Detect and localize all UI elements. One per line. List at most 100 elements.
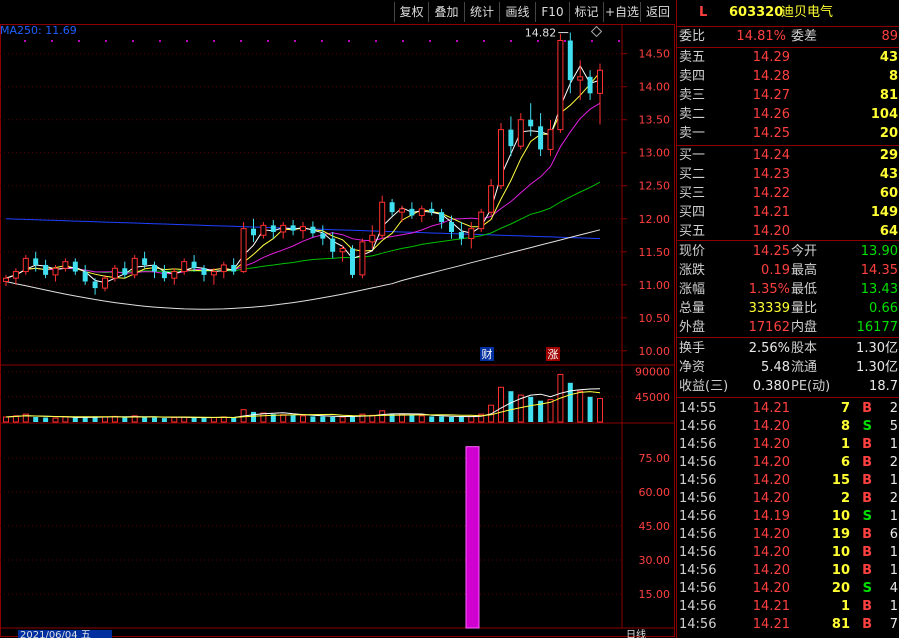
bid-label: 买一 — [679, 148, 706, 163]
tick-volume: 6 — [840, 455, 850, 470]
volume-bar — [597, 397, 603, 423]
ask-volume: 20 — [879, 126, 898, 141]
volume-bar — [339, 416, 346, 423]
top-marker-dot — [132, 40, 134, 42]
candle-body — [210, 271, 217, 276]
volume-bar — [577, 390, 584, 423]
price-tick-label: 12.00 — [639, 213, 671, 226]
stock-code: 603320 — [729, 5, 784, 20]
tag-cai: 财 — [482, 347, 493, 361]
volume-bar — [429, 416, 435, 422]
toolbar-button-3[interactable]: 画线 — [499, 2, 535, 22]
toolbar-button-2[interactable]: 统计 — [464, 2, 499, 22]
stat2-row: 换手 2.56% 股本 1.30亿 — [677, 340, 899, 358]
candle-body — [399, 208, 405, 213]
toolbar-button-0[interactable]: 复权 — [394, 2, 428, 22]
tick-price: 14.20 — [752, 419, 790, 434]
toolbar-button-4[interactable]: F10 — [535, 2, 569, 22]
ask-row: 卖三 14.27 81 — [677, 87, 899, 105]
volume-bar — [33, 416, 39, 422]
top-marker-dot — [456, 40, 458, 42]
candle-body — [280, 224, 287, 233]
candle-body — [131, 257, 138, 276]
bid-label: 买五 — [679, 224, 706, 239]
tick-side: S — [862, 509, 872, 524]
candle-body — [439, 212, 445, 223]
toolbar-button-1[interactable]: 叠加 — [428, 2, 464, 22]
candle-body — [320, 233, 326, 239]
stat-value: 0.19 — [761, 263, 790, 278]
candle-body — [3, 277, 9, 282]
volume-bar — [409, 415, 415, 422]
stat2-value: 18.7 — [869, 379, 898, 394]
tick-price: 14.20 — [752, 437, 790, 452]
toolbar-button-6[interactable]: +自选 — [603, 2, 640, 22]
stat2-row: 净资 5.48 流通 1.30亿 — [677, 359, 899, 377]
tick-row: 14:56 14.20 10 B 1 — [677, 544, 899, 562]
tick-count: 2 — [889, 401, 898, 416]
volume-bar — [251, 411, 256, 422]
chart-toolbar: 复权 叠加 统计 画线 F10 标记 +自选 返回 — [0, 0, 675, 24]
volume-bar — [330, 416, 336, 422]
stat-row: 涨跌 0.19 最高 14.35 — [677, 262, 899, 280]
weibi-row: 委比 14.81% 委差 89 — [677, 28, 899, 46]
candle-body — [152, 264, 157, 272]
bid-volume: 29 — [879, 148, 898, 163]
tick-side: B — [862, 401, 872, 416]
tick-count: 7 — [889, 617, 898, 632]
toolbar-button-7[interactable]: 返回 — [640, 2, 675, 22]
kline-chart-area[interactable]: 14.50 14.00 13.50 13.00 12.50 12.00 11.50 11.00… — [0, 24, 675, 638]
tick-row: 14:56 14.20 8 S 5 — [677, 418, 899, 436]
stat-label: 涨幅 — [679, 282, 706, 297]
tick-count: 6 — [889, 527, 898, 542]
candle-body — [379, 201, 386, 236]
quote-panel: L 603320 迪贝电气 委比 14.81% 委差 89 卖五 14.29 43 卖… — [676, 0, 899, 638]
tick-side: B — [862, 437, 872, 452]
ask-row: 卖二 14.26 104 — [677, 106, 899, 124]
tick-side: B — [862, 563, 872, 578]
stat-label: 内盘 — [791, 320, 818, 335]
candle-body — [300, 226, 306, 232]
candle-body — [350, 248, 355, 275]
candle-body — [270, 225, 276, 232]
date-label: 2021/06/04 五 — [20, 630, 91, 638]
candle-body — [449, 222, 454, 232]
tick-time: 14:56 — [679, 509, 717, 524]
stat-label: 今开 — [791, 244, 818, 259]
tick-row: 14:56 14.21 1 B 1 — [677, 598, 899, 616]
stat-row: 涨幅 1.35% 最低 13.43 — [677, 281, 899, 299]
tick-row: 14:56 14.20 15 B 1 — [677, 472, 899, 490]
tick-price: 14.20 — [752, 473, 790, 488]
volume-bar — [191, 417, 197, 422]
stat2-label: 流通 — [791, 360, 818, 375]
tick-count: 5 — [889, 419, 898, 434]
candle-body — [567, 40, 573, 81]
stat-label: 现价 — [679, 244, 706, 259]
tick-volume: 15 — [831, 473, 850, 488]
candle-body — [181, 261, 188, 273]
candle-body — [409, 208, 415, 216]
price-tick-label: 10.50 — [639, 312, 671, 325]
candle-body — [52, 267, 59, 276]
candle-body — [231, 264, 237, 272]
candle-body — [43, 264, 49, 275]
candle-body — [538, 126, 544, 150]
ask-volume: 81 — [879, 88, 898, 103]
bid-label: 买二 — [679, 167, 706, 182]
candle-body — [220, 264, 227, 273]
tick-price: 14.20 — [752, 527, 790, 542]
high-marker-label: 14.82 — [525, 27, 557, 40]
kline-chart-svg[interactable]: 14.50 14.00 13.50 13.00 12.50 12.00 11.50 11.00… — [0, 24, 675, 638]
top-marker-dot — [213, 40, 215, 42]
stat-value: 16177 — [856, 320, 898, 335]
toolbar-button-5[interactable]: 标记 — [569, 2, 603, 22]
tick-count: 1 — [889, 545, 898, 560]
tag-zhang: 涨 — [548, 348, 559, 361]
bid-row: 买一 14.24 29 — [677, 147, 899, 165]
candle-body — [191, 261, 197, 269]
top-marker-dot — [429, 40, 431, 42]
candle-body — [547, 129, 554, 150]
tick-volume: 10 — [831, 509, 850, 524]
volume-bar — [3, 416, 9, 423]
bid-volume: 60 — [879, 186, 898, 201]
